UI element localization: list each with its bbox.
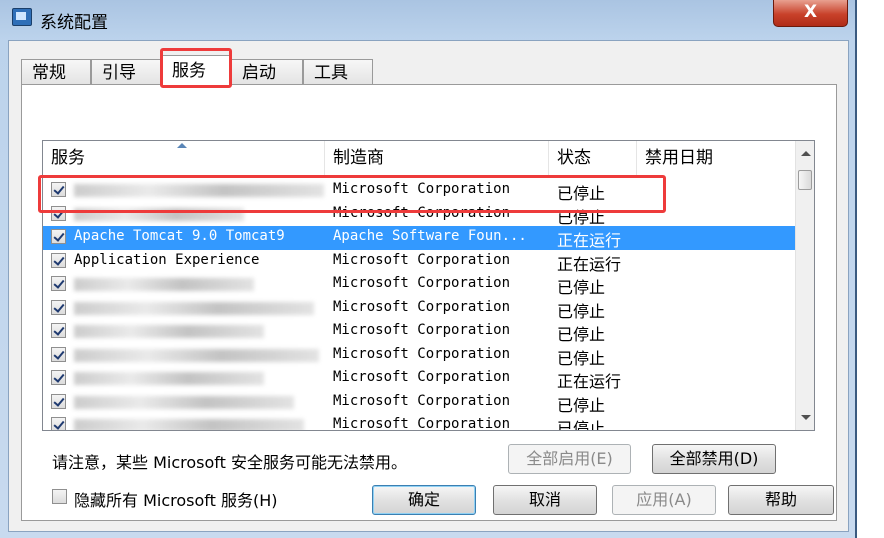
- service-row[interactable]: Microsoft Corporation 已停止: [43, 179, 795, 203]
- service-vendor: Microsoft Corporation: [333, 392, 511, 409]
- service-status: 已停止: [557, 395, 606, 415]
- disable-all-button[interactable]: 全部禁用(D): [652, 444, 776, 474]
- service-status: 已停止: [557, 207, 606, 227]
- service-status: 正在运行: [557, 372, 622, 391]
- service-checkbox[interactable]: [51, 276, 66, 291]
- service-vendor: Microsoft Corporation: [333, 275, 511, 291]
- service-status: 已停止: [557, 325, 606, 344]
- tab-startup[interactable]: 启动: [231, 59, 303, 85]
- window-title: 系统配置: [40, 13, 108, 33]
- title-bar[interactable]: 系统配置 X: [0, 0, 855, 40]
- redacted-service-name: [74, 278, 254, 291]
- scroll-up-arrow-icon[interactable]: [801, 151, 811, 156]
- column-header-vendor[interactable]: 制造商: [325, 141, 549, 175]
- hide-microsoft-services-label: 隐藏所有 Microsoft 服务(H): [74, 491, 278, 510]
- cancel-button[interactable]: 取消: [493, 485, 597, 515]
- service-checkbox[interactable]: [51, 252, 66, 268]
- ok-button[interactable]: 确定: [372, 485, 476, 515]
- close-button[interactable]: X: [773, 0, 848, 27]
- service-status: 正在运行: [557, 254, 622, 274]
- service-rows: Microsoft Corporation 已停止 Microsoft Corpo…: [43, 179, 795, 431]
- service-checkbox[interactable]: [51, 346, 66, 362]
- service-checkbox[interactable]: [51, 393, 66, 409]
- service-row[interactable]: Microsoft Corporation 已停止: [43, 414, 795, 431]
- service-status: 正在运行: [557, 231, 622, 250]
- service-vendor: Microsoft Corporation: [333, 181, 511, 197]
- apply-button[interactable]: 应用(A): [612, 485, 716, 515]
- service-checkbox[interactable]: [51, 182, 66, 197]
- service-vendor: Microsoft Corporation: [333, 369, 511, 385]
- service-vendor: Microsoft Corporation: [333, 204, 511, 221]
- redacted-service-name: [74, 207, 244, 221]
- service-vendor: Microsoft Corporation: [333, 416, 511, 431]
- service-checkbox[interactable]: [51, 323, 66, 338]
- service-checkbox[interactable]: [51, 370, 66, 385]
- redacted-service-name: [74, 325, 264, 338]
- service-status: 已停止: [557, 419, 606, 431]
- service-vendor: Microsoft Corporation: [333, 322, 511, 338]
- tab-services[interactable]: 服务: [161, 55, 231, 86]
- security-note: 请注意，某些 Microsoft 安全服务可能无法禁用。: [52, 453, 407, 472]
- column-header-service[interactable]: 服务: [43, 141, 325, 175]
- service-row[interactable]: Microsoft Corporation 正在运行: [43, 367, 795, 391]
- redacted-service-name: [74, 395, 294, 409]
- redacted-service-name: [74, 348, 319, 362]
- column-header-status[interactable]: 状态: [549, 141, 637, 175]
- service-row[interactable]: Microsoft Corporation 已停止: [43, 273, 795, 297]
- service-status: 已停止: [557, 301, 606, 321]
- service-status: 已停止: [557, 278, 606, 297]
- system-config-icon: [12, 8, 32, 26]
- vertical-scrollbar[interactable]: [795, 141, 814, 430]
- scroll-thumb[interactable]: [798, 170, 812, 190]
- help-button[interactable]: 帮助: [728, 485, 834, 515]
- redacted-service-name: [74, 419, 304, 430]
- service-row[interactable]: Microsoft Corporation 已停止: [43, 203, 795, 227]
- redacted-service-name: [74, 301, 314, 315]
- service-status: 已停止: [557, 348, 606, 368]
- service-name: Application Experience: [74, 251, 260, 268]
- column-header-disabled-date[interactable]: 禁用日期: [637, 141, 795, 175]
- service-row[interactable]: Microsoft Corporation 已停止: [43, 391, 795, 415]
- dialog-body: 常规 引导 服务 启动 工具 服务 制造商 状态 禁用日期 Microsoft …: [8, 40, 849, 532]
- redacted-service-name: [74, 184, 324, 197]
- tab-boot[interactable]: 引导: [91, 59, 161, 85]
- service-vendor: Microsoft Corporation: [333, 345, 511, 362]
- services-panel: 服务 制造商 状态 禁用日期 Microsoft Corporation 已停止 …: [21, 84, 837, 521]
- service-checkbox[interactable]: [51, 229, 66, 244]
- enable-all-button[interactable]: 全部启用(E): [508, 444, 631, 474]
- service-checkbox[interactable]: [51, 205, 66, 221]
- tab-tools[interactable]: 工具: [303, 59, 373, 85]
- service-vendor: Apache Software Foun...: [333, 228, 527, 244]
- hide-microsoft-services-checkbox[interactable]: [52, 489, 67, 504]
- service-checkbox[interactable]: [51, 299, 66, 315]
- system-config-window: 系统配置 X 常规 引导 服务 启动 工具 服务 制造商 状态 禁用日期 Mic…: [0, 0, 857, 538]
- redacted-service-name: [74, 372, 264, 385]
- service-row[interactable]: Microsoft Corporation 已停止: [43, 297, 795, 321]
- service-checkbox[interactable]: [51, 417, 66, 430]
- service-vendor: Microsoft Corporation: [333, 251, 511, 268]
- tab-general[interactable]: 常规: [21, 59, 91, 85]
- column-service-label: 服务: [51, 148, 85, 168]
- scroll-down-arrow-icon[interactable]: [801, 415, 811, 420]
- service-row-selected[interactable]: Apache Tomcat 9.0 Tomcat9 Apache Software…: [43, 226, 795, 250]
- service-row[interactable]: Microsoft Corporation 已停止: [43, 344, 795, 368]
- service-vendor: Microsoft Corporation: [333, 298, 511, 315]
- services-list[interactable]: 服务 制造商 状态 禁用日期 Microsoft Corporation 已停止 …: [42, 140, 815, 431]
- list-header: 服务 制造商 状态 禁用日期: [43, 141, 795, 175]
- service-row[interactable]: Microsoft Corporation 已停止: [43, 320, 795, 344]
- sort-ascending-icon: [177, 143, 187, 148]
- service-row[interactable]: Application Experience Microsoft Corporat…: [43, 250, 795, 274]
- service-status: 已停止: [557, 184, 606, 203]
- service-name: Apache Tomcat 9.0 Tomcat9: [74, 228, 285, 244]
